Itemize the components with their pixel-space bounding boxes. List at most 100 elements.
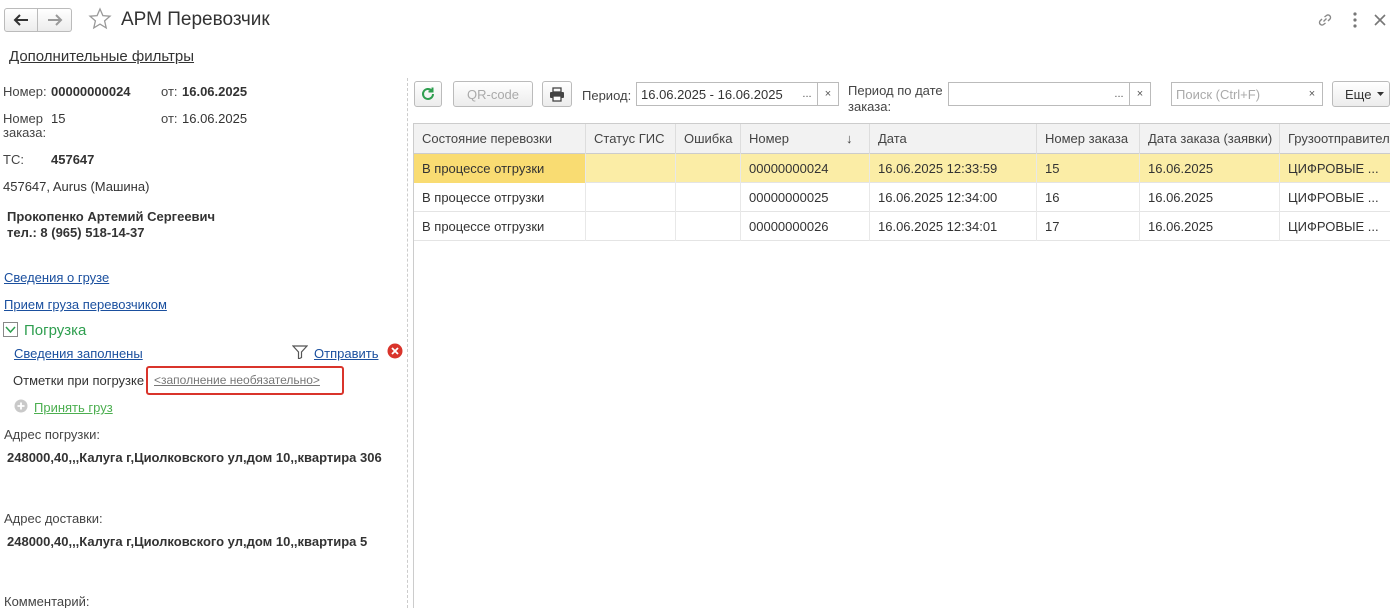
table-row[interactable]: В процессе отгрузки 00000000026 16.06.20…: [414, 212, 1390, 241]
info-filled-link[interactable]: Сведения заполнены: [14, 346, 143, 361]
forward-button[interactable]: [38, 8, 72, 32]
search-clear-button[interactable]: ×: [1302, 82, 1323, 106]
number-value: 00000000024: [51, 84, 131, 99]
vehicle-text: 457647, Aurus (Машина): [3, 179, 150, 194]
from-label: от:: [161, 84, 178, 99]
order-value: 15: [51, 111, 66, 126]
order-period-select-button[interactable]: ...: [1109, 82, 1130, 106]
transport-table: Состояние перевозки Статус ГИС Ошибка Но…: [413, 123, 1390, 608]
cargo-info-link[interactable]: Сведения о грузе: [4, 270, 109, 285]
cell-state: В процессе отгрузки: [414, 212, 586, 241]
cell-shipper: ЦИФРОВЫЕ ...: [1288, 161, 1379, 176]
printer-icon: [550, 86, 564, 102]
loading-section-title: Погрузка: [24, 322, 87, 339]
cell-order-date: 16.06.2025: [1140, 154, 1280, 183]
table-row[interactable]: В процессе отгрузки 00000000024 16.06.20…: [414, 154, 1390, 183]
col-order-date[interactable]: Дата заказа (заявки): [1140, 124, 1280, 154]
search-input[interactable]: Поиск (Ctrl+F): [1171, 82, 1303, 106]
arrow-right-icon: [47, 14, 62, 26]
send-link[interactable]: Отправить: [314, 346, 378, 361]
col-number-label: Номер: [749, 131, 790, 146]
number-label: Номер:: [3, 84, 47, 99]
ts-label: ТС:: [3, 152, 24, 167]
delivery-address: 248000,40,,,Калуга г,Циолковского ул,дом…: [7, 534, 368, 549]
cell-number: 00000000026: [741, 212, 870, 241]
order-from-value: 16.06.2025: [182, 111, 248, 126]
table-row[interactable]: В процессе отгрузки 00000000025 16.06.20…: [414, 183, 1390, 212]
cell-gis-status: [586, 154, 676, 183]
order-period-label: Период по дате: [848, 83, 943, 98]
cell-number: 00000000024: [741, 154, 870, 183]
more-button[interactable]: Еще: [1332, 81, 1390, 107]
order-from-label: от:: [161, 111, 178, 126]
period-input[interactable]: 16.06.2025 - 16.06.2025: [636, 82, 798, 106]
marks-value-link[interactable]: <заполнение необязательно>: [154, 373, 320, 387]
col-date[interactable]: Дата: [870, 124, 1037, 154]
cell-order-number: 17: [1037, 212, 1140, 241]
qr-code-button[interactable]: QR-code: [453, 81, 533, 107]
col-number[interactable]: Номер ↓: [741, 124, 870, 154]
filter-icon: [292, 345, 308, 359]
cell-order-date: 16.06.2025: [1140, 212, 1280, 241]
print-button[interactable]: [542, 81, 572, 107]
refresh-button[interactable]: [414, 81, 442, 107]
back-button[interactable]: [4, 8, 38, 32]
marks-label: Отметки при погрузке: [13, 373, 145, 388]
ts-value: 457647: [51, 152, 95, 167]
from-value: 16.06.2025: [182, 84, 248, 99]
delete-icon[interactable]: [387, 343, 403, 359]
cell-gis-status: [586, 183, 676, 212]
title-bar: АРМ Перевозчик: [0, 0, 1390, 42]
favorite-star-icon[interactable]: [88, 7, 112, 31]
order-label: Номер: [3, 111, 44, 126]
col-gis-status[interactable]: Статус ГИС: [586, 124, 676, 154]
arrow-left-icon: [13, 14, 28, 26]
add-circle-icon: [14, 399, 28, 413]
period-select-button[interactable]: ...: [797, 82, 818, 106]
col-error[interactable]: Ошибка: [676, 124, 741, 154]
loading-address: 248000,40,,,Калуга г,Циолковского ул,дом…: [7, 450, 382, 465]
cell-error: [676, 212, 741, 241]
order-period-label-line2: заказа:: [848, 99, 892, 114]
delivery-address-label: Адрес доставки:: [4, 511, 103, 526]
order-period-input[interactable]: [948, 82, 1110, 106]
driver-name: Прокопенко Артемий Сергеевич: [7, 209, 216, 224]
period-clear-button[interactable]: ×: [818, 82, 839, 106]
table-header: Состояние перевозки Статус ГИС Ошибка Но…: [414, 124, 1390, 154]
chevron-down-icon: [5, 325, 16, 333]
accept-cargo-link[interactable]: Принять груз: [34, 400, 113, 415]
cell-state: В процессе отгрузки: [414, 154, 586, 183]
cell-gis-status: [586, 212, 676, 241]
order-label-line2: заказа:: [3, 125, 47, 140]
sort-arrow-icon: ↓: [846, 131, 853, 146]
cell-date: 16.06.2025 12:34:00: [870, 183, 1037, 212]
col-order-number[interactable]: Номер заказа: [1037, 124, 1140, 154]
link-icon[interactable]: [1315, 10, 1335, 30]
driver-phone: тел.: 8 (965) 518-14-37: [7, 225, 145, 240]
close-icon[interactable]: [1370, 10, 1390, 30]
col-transport-state[interactable]: Состояние перевозки: [414, 124, 586, 154]
cell-number: 00000000025: [741, 183, 870, 212]
cell-order-date: 16.06.2025: [1140, 183, 1280, 212]
cell-shipper: ЦИФРОВЫЕ ...: [1288, 219, 1379, 234]
more-vertical-icon[interactable]: [1345, 10, 1365, 30]
cargo-accept-link[interactable]: Прием груза перевозчиком: [4, 297, 167, 312]
more-button-label: Еще: [1345, 86, 1372, 102]
loading-collapse-toggle[interactable]: [3, 322, 18, 337]
period-label: Период:: [582, 88, 632, 103]
refresh-icon: [422, 87, 434, 100]
cell-order-number: 15: [1037, 154, 1140, 183]
order-period-clear-button[interactable]: ×: [1130, 82, 1151, 106]
panel-divider[interactable]: [407, 78, 408, 608]
additional-filters-link[interactable]: Дополнительные фильтры: [9, 48, 194, 65]
comment-label: Комментарий:: [4, 594, 90, 608]
loading-address-label: Адрес погрузки:: [4, 427, 100, 442]
cell-order-number: 16: [1037, 183, 1140, 212]
cell-shipper: ЦИФРОВЫЕ ...: [1288, 190, 1379, 205]
dropdown-arrow-icon: [1377, 92, 1385, 96]
cell-date: 16.06.2025 12:34:01: [870, 212, 1037, 241]
cell-date: 16.06.2025 12:33:59: [870, 154, 1037, 183]
cell-error: [676, 154, 741, 183]
page-title: АРМ Перевозчик: [121, 9, 270, 30]
col-shipper[interactable]: Грузоотправитель: [1280, 124, 1390, 154]
